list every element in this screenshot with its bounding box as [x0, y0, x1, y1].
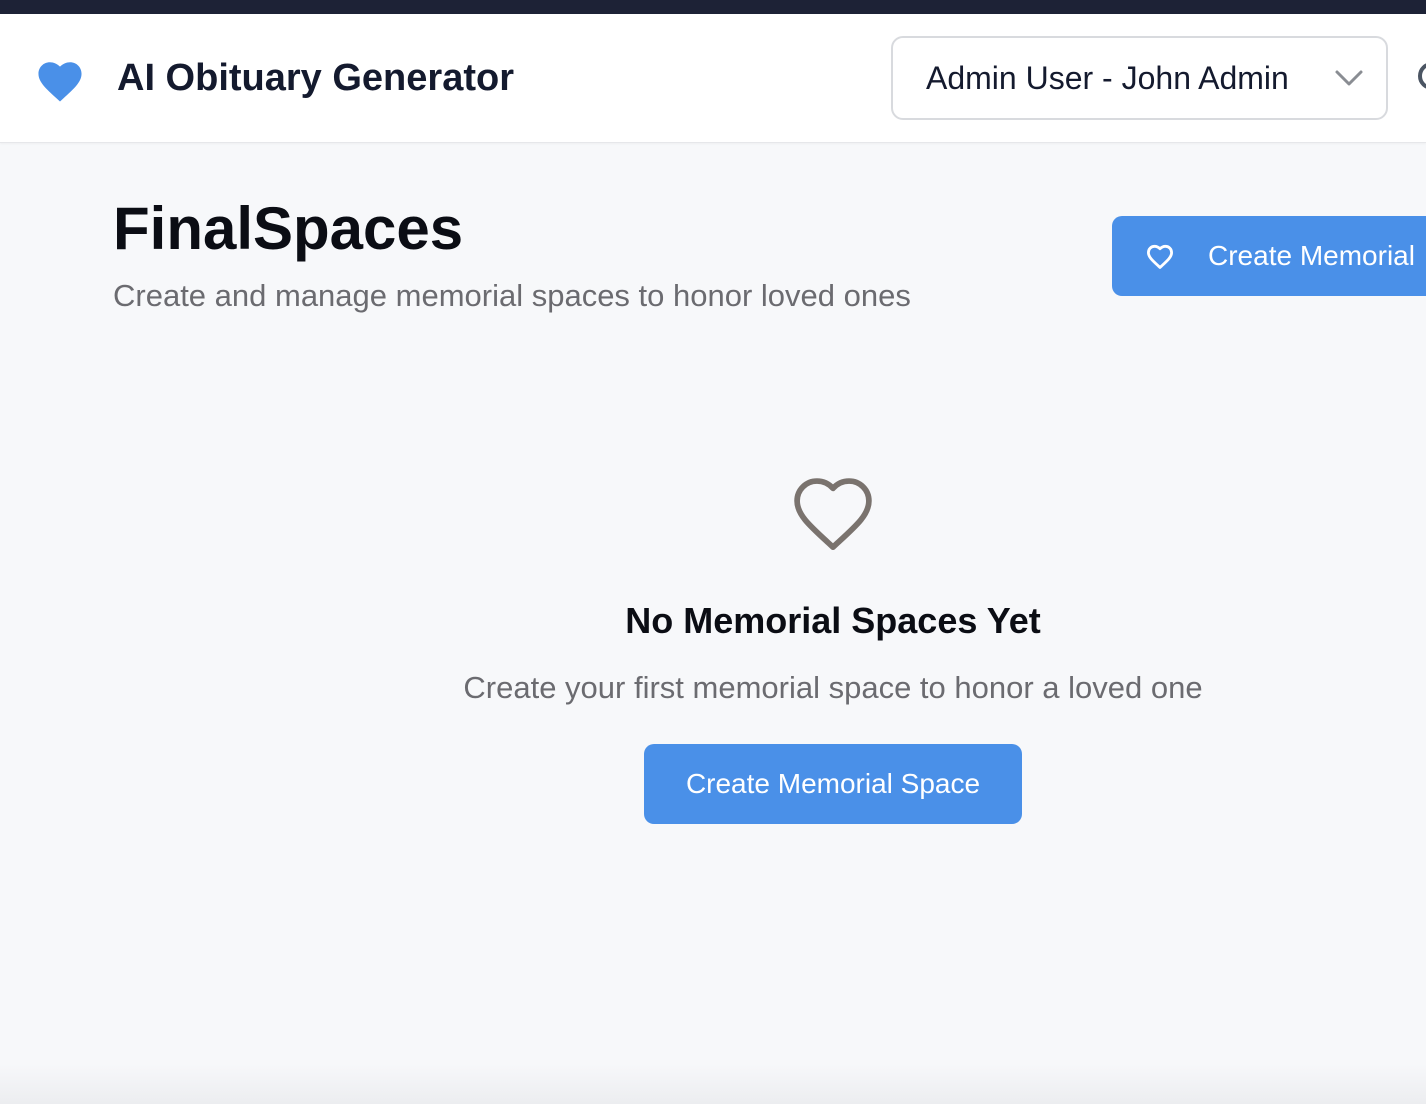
create-memorial-space-button[interactable]: Create Memorial Space	[644, 744, 1022, 824]
chevron-down-icon	[1335, 70, 1363, 86]
app-header: AI Obituary Generator Admin User - John …	[0, 14, 1426, 143]
window-top-strip	[0, 0, 1426, 14]
heart-icon	[38, 62, 82, 102]
create-memorial-button[interactable]: Create Memorial	[1112, 216, 1426, 296]
user-selector-dropdown[interactable]: Admin User - John Admin	[891, 36, 1388, 120]
user-selector-value: Admin User - John Admin	[926, 60, 1289, 96]
page-subtitle: Create and manage memorial spaces to hon…	[113, 278, 911, 313]
app-title: AI Obituary Generator	[117, 57, 514, 99]
create-memorial-button-label: Create Memorial	[1208, 240, 1415, 271]
empty-state-title: No Memorial Spaces Yet	[625, 600, 1041, 641]
profile-avatar[interactable]	[1418, 62, 1426, 90]
bottom-shadow	[0, 1064, 1426, 1104]
empty-state-text: Create your first memorial space to hono…	[463, 670, 1203, 705]
heart-outline-icon	[794, 478, 872, 550]
heart-outline-icon	[1147, 244, 1173, 269]
page-title: FinalSpaces	[113, 195, 464, 262]
